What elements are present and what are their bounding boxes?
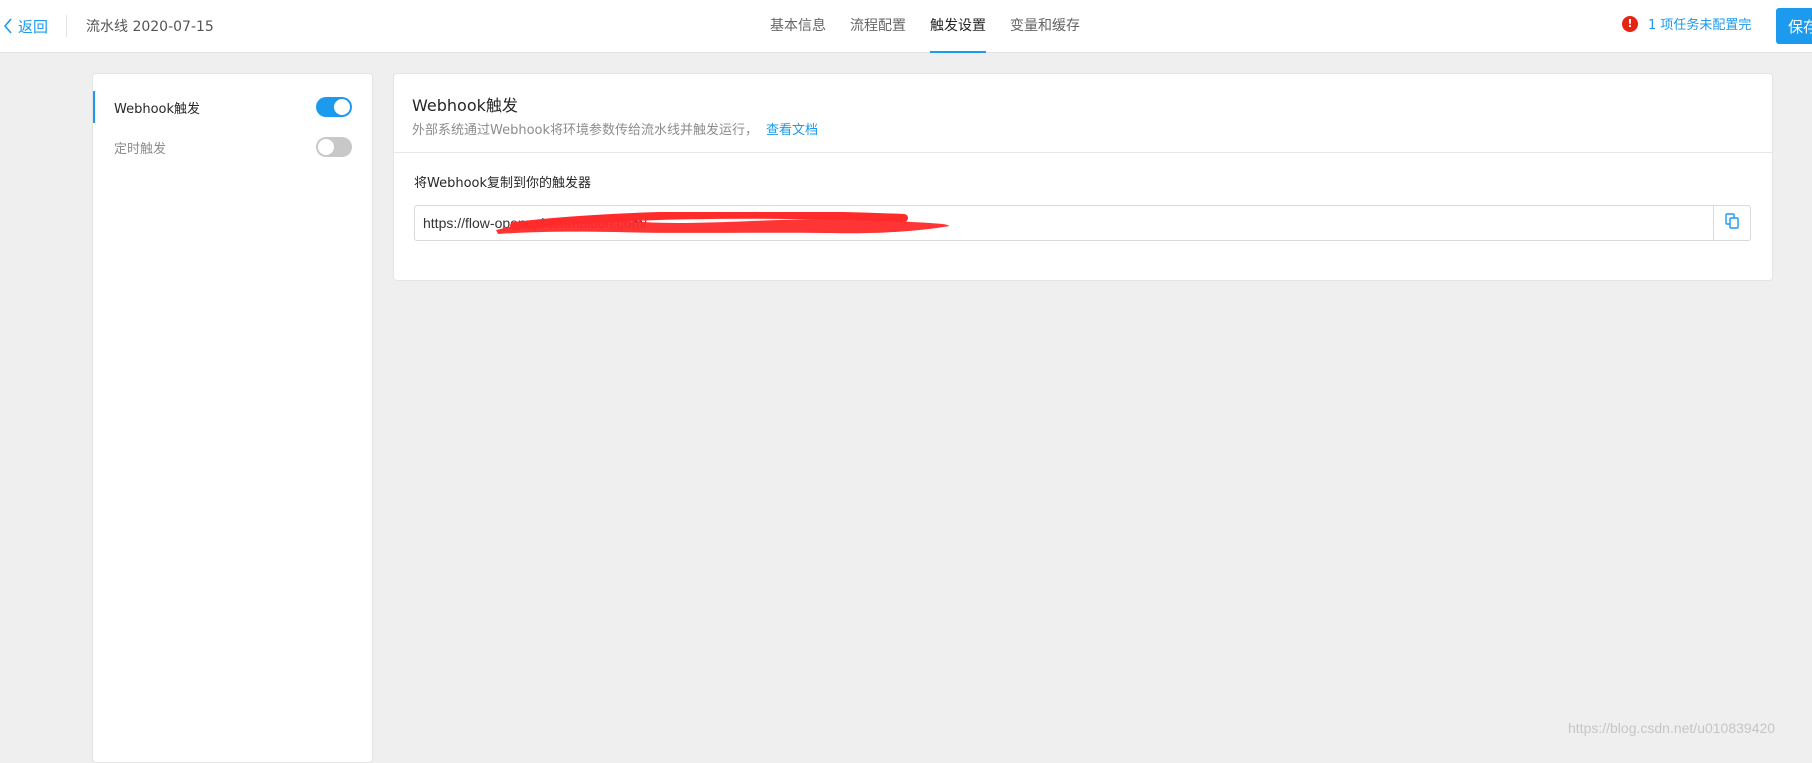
incomplete-tasks-link[interactable]: ! 1 项任务未配置完 <box>1622 14 1751 33</box>
sidebar-item-label: 定时触发 <box>114 141 167 157</box>
tab-flow-config[interactable]: 流程配置 <box>850 0 906 53</box>
header-divider <box>66 15 67 37</box>
webhook-toggle[interactable] <box>316 97 352 117</box>
warning-icon: ! <box>1622 15 1638 32</box>
view-docs-link[interactable]: 查看文档 <box>766 123 818 138</box>
tab-basic-info[interactable]: 基本信息 <box>770 0 826 53</box>
back-label: 返回 <box>18 17 49 36</box>
card-description: 外部系统通过Webhook将环境参数传给流水线并触发运行， 查看文档 <box>412 119 818 138</box>
save-button[interactable]: 保存 <box>1776 8 1812 44</box>
card-title: Webhook触发 <box>412 96 518 115</box>
webhook-field-label: 将Webhook复制到你的触发器 <box>414 176 592 191</box>
copy-icon <box>1725 213 1739 233</box>
scheduled-toggle[interactable] <box>316 137 352 157</box>
tab-trigger-settings[interactable]: 触发设置 <box>930 0 986 53</box>
tab-variables-cache[interactable]: 变量和缓存 <box>1010 0 1080 53</box>
webhook-url-input[interactable] <box>414 205 1714 241</box>
webhook-settings-card: Webhook触发 外部系统通过Webhook将环境参数传给流水线并触发运行， 查… <box>393 73 1773 281</box>
sidebar-item-webhook[interactable]: Webhook触发 <box>93 91 372 123</box>
back-button[interactable]: 返回 <box>0 14 48 38</box>
sidebar-item-scheduled[interactable]: 定时触发 <box>93 131 372 163</box>
trigger-type-sidebar: Webhook触发 定时触发 <box>92 73 373 763</box>
description-text: 外部系统通过Webhook将环境参数传给流水线并触发运行， <box>412 123 759 138</box>
copy-button[interactable] <box>1714 205 1751 241</box>
pipeline-name: 流水线 2020-07-15 <box>86 19 214 35</box>
top-bar: 返回 流水线 2020-07-15 基本信息 流程配置 触发设置 变量和缓存 !… <box>0 0 1812 53</box>
sidebar-item-label: Webhook触发 <box>114 101 201 117</box>
toggle-knob <box>318 139 334 155</box>
watermark: https://blog.csdn.net/u010839420 <box>1568 720 1776 736</box>
active-indicator <box>93 91 95 123</box>
chevron-left-icon <box>0 14 16 38</box>
card-divider <box>394 152 1772 153</box>
tab-bar: 基本信息 流程配置 触发设置 变量和缓存 <box>770 0 1104 53</box>
incomplete-tasks-text: 1 项任务未配置完 <box>1648 18 1752 33</box>
toggle-knob <box>334 99 350 115</box>
